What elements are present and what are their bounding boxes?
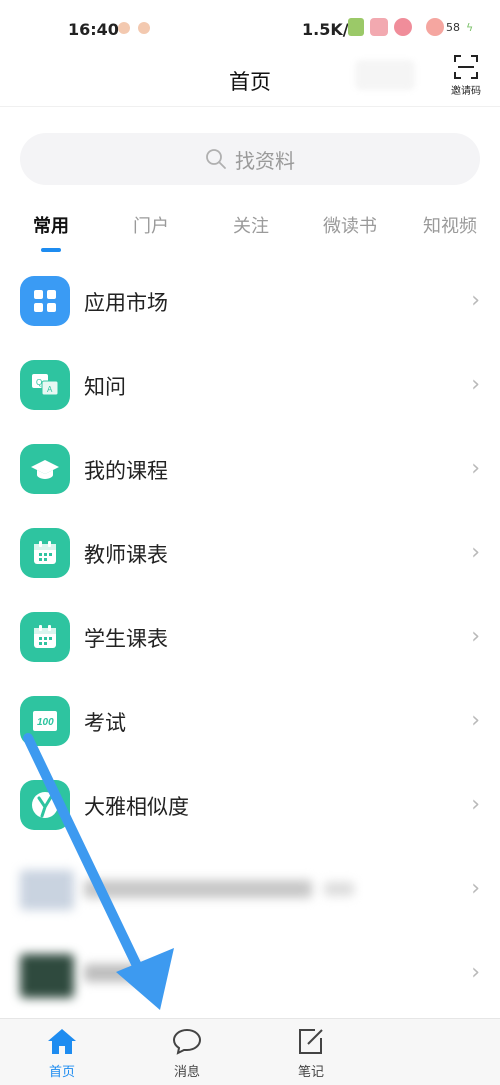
tab-follow[interactable]: 关注 <box>228 212 274 238</box>
tab-weidushu[interactable]: 微读书 <box>318 212 382 238</box>
status-app-icons: 58 ϟ <box>348 18 473 36</box>
nav-messages[interactable]: 消息 <box>157 1027 217 1080</box>
page-title: 首页 <box>229 70 271 94</box>
chevron-right-icon: › <box>471 960 480 985</box>
list-item-teacher-schedule[interactable]: 教师课表 › <box>0 512 500 596</box>
list-item-app-market[interactable]: 应用市场 › <box>0 260 500 344</box>
search-icon <box>206 149 226 169</box>
note-edit-icon <box>299 1029 323 1054</box>
nav-notes-label: 笔记 <box>297 1065 324 1080</box>
chevron-right-icon: › <box>471 372 480 397</box>
chat-bubble-icon <box>172 1028 202 1055</box>
list-item-my-courses[interactable]: 我的课程 › <box>0 428 500 512</box>
graduation-cap-icon <box>20 444 70 494</box>
blurred-text <box>84 880 312 898</box>
nav-home-label: 首页 <box>48 1065 75 1080</box>
svg-text:A: A <box>47 385 53 394</box>
blurred-thumbnail <box>20 870 74 910</box>
chevron-right-icon: › <box>471 624 480 649</box>
search-placeholder: 找资料 <box>235 148 295 173</box>
list-item-blurred[interactable]: › <box>0 848 500 932</box>
list-item-blurred[interactable]: › <box>0 932 500 1016</box>
status-notification-icons <box>118 22 150 34</box>
nav-messages-label: 消息 <box>173 1065 200 1080</box>
list-item-label: 应用市场 <box>84 291 168 315</box>
list-item-label: 学生课表 <box>84 627 168 651</box>
battery-level: 58 <box>446 20 460 34</box>
search-bar[interactable]: 找资料 <box>20 133 480 185</box>
list-item-label: 考试 <box>84 711 126 735</box>
score-100-icon: 100 <box>20 696 70 746</box>
chevron-right-icon: › <box>471 876 480 901</box>
chevron-right-icon: › <box>471 456 480 481</box>
calendar-icon <box>20 528 70 578</box>
list-item-label: 教师课表 <box>84 543 168 567</box>
nav-notes[interactable]: 笔记 <box>281 1027 341 1080</box>
qa-icon: Q A <box>20 360 70 410</box>
tab-common[interactable]: 常用 <box>28 212 74 238</box>
blurred-thumbnail <box>20 954 74 998</box>
status-time: 16:40 <box>68 20 119 39</box>
blurred-header-area <box>355 60 415 90</box>
invite-code-label: 邀请码 <box>451 86 481 97</box>
bottom-nav: 首页 消息 笔记 <box>0 1018 500 1085</box>
chevron-right-icon: › <box>471 540 480 565</box>
list-item-daya-similarity[interactable]: 大雅相似度 › <box>0 764 500 848</box>
svg-text:100: 100 <box>37 717 54 728</box>
tab-zhishipin[interactable]: 知视频 <box>418 212 482 238</box>
list-item-exam[interactable]: 100 考试 › <box>0 680 500 764</box>
nav-home[interactable]: 首页 <box>32 1027 92 1080</box>
calendar-icon <box>20 612 70 662</box>
daya-icon <box>20 780 70 830</box>
home-icon <box>48 1029 76 1054</box>
list-item-student-schedule[interactable]: 学生课表 › <box>0 596 500 680</box>
list-item-label: 知问 <box>84 375 126 399</box>
chevron-right-icon: › <box>471 708 480 733</box>
charging-icon: ϟ <box>466 20 474 34</box>
list-item-label: 大雅相似度 <box>84 795 189 819</box>
svg-text:Q: Q <box>36 378 42 387</box>
list-item-zhiwen[interactable]: Q A 知问 › <box>0 344 500 428</box>
blurred-text <box>84 964 144 982</box>
grid-icon <box>20 276 70 326</box>
status-bar: 16:40 1.5K/s 58 ϟ <box>0 0 500 58</box>
scan-icon <box>454 55 478 79</box>
invite-code-button[interactable]: 邀请码 <box>448 54 484 97</box>
chevron-right-icon: › <box>471 288 480 313</box>
tab-bar: 常用 门户 关注 微读书 知视频 <box>0 208 500 254</box>
chevron-right-icon: › <box>471 792 480 817</box>
list-item-label: 我的课程 <box>84 459 168 483</box>
active-tab-indicator <box>41 248 61 252</box>
tab-portal[interactable]: 门户 <box>128 212 174 238</box>
top-header: 首页 邀请码 <box>0 55 500 107</box>
